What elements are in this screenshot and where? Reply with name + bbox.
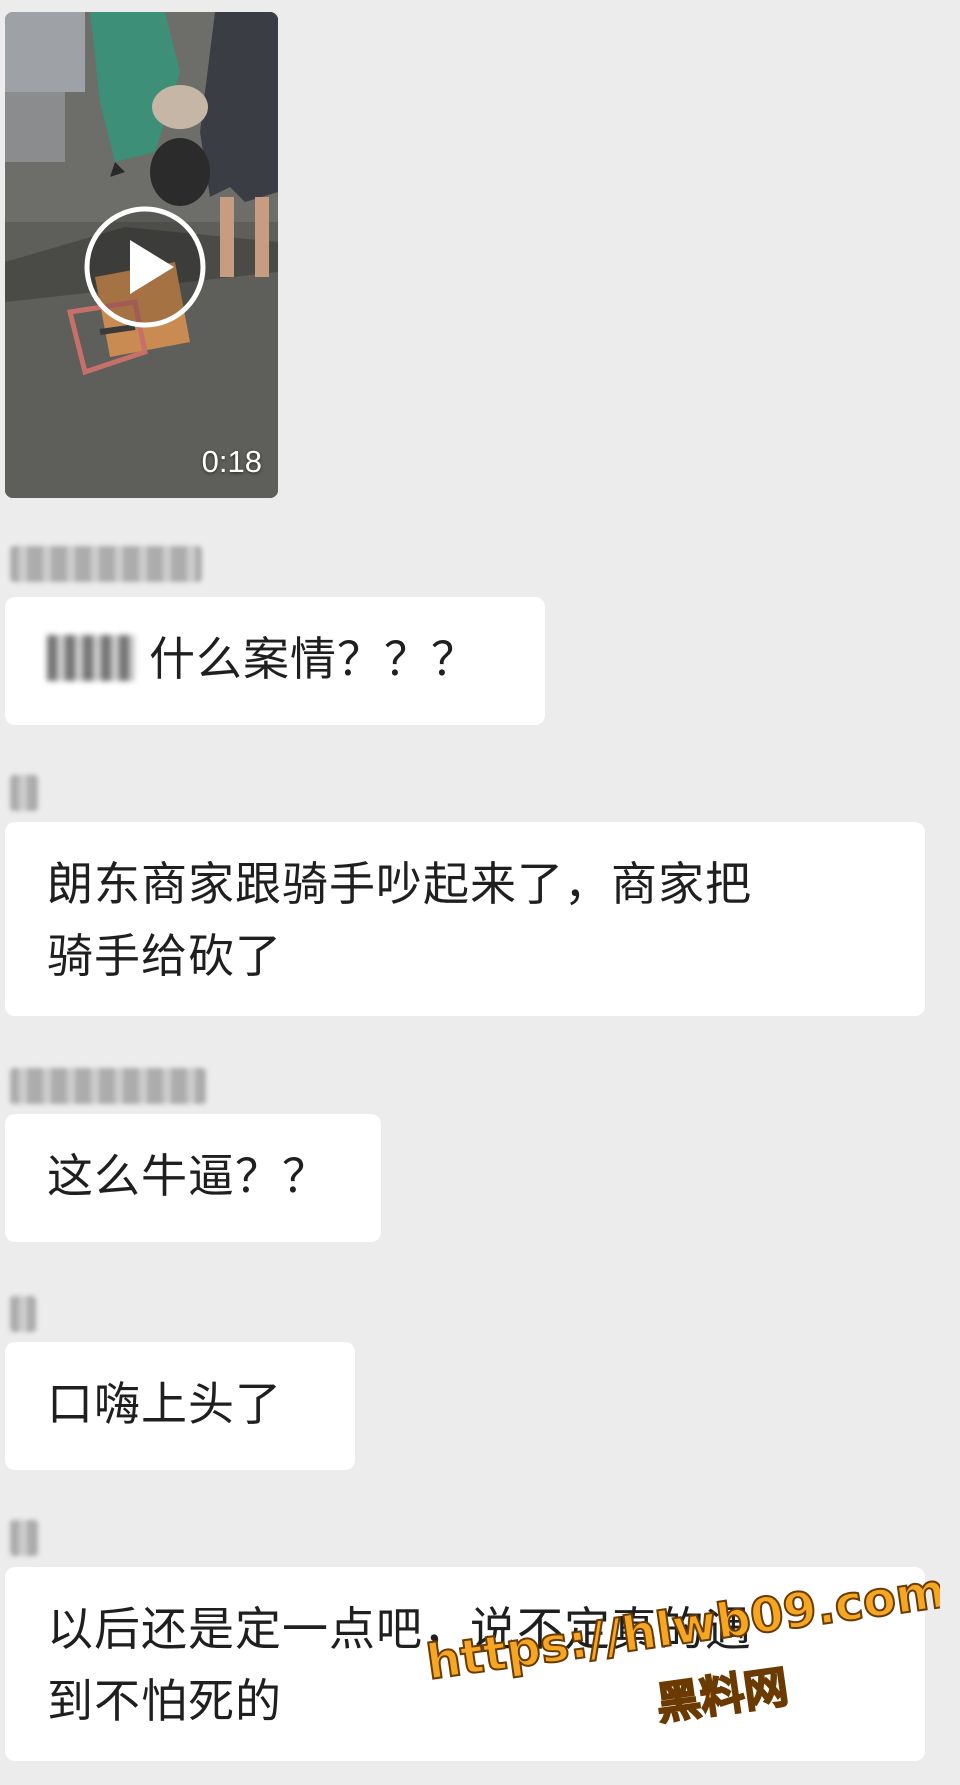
message-line: 朗东商家跟骑手吵起来了，商家把 bbox=[47, 857, 752, 911]
message-bubble[interactable]: 朗东商家跟骑手吵起来了，商家把 骑手给砍了 bbox=[5, 822, 925, 1016]
message-line: 口嗨上头了 bbox=[47, 1377, 282, 1431]
sender-name-obscured bbox=[10, 1292, 36, 1336]
mention-obscured bbox=[47, 635, 135, 681]
message-line: 这么牛逼？？ bbox=[47, 1149, 329, 1203]
sender-name-obscured bbox=[10, 771, 38, 815]
message-bubble[interactable]: 这么牛逼？？ bbox=[5, 1114, 381, 1242]
sender-name-obscured bbox=[10, 1064, 206, 1108]
video-duration: 0:18 bbox=[201, 444, 262, 479]
message-line: 以后还是定一点吧，说不定真的遇 bbox=[47, 1602, 752, 1656]
message-bubble[interactable]: 什么案情？？？ bbox=[5, 597, 545, 725]
message-line: 骑手给砍了 bbox=[47, 929, 282, 983]
video-message[interactable]: 0:18 bbox=[5, 12, 278, 498]
message-bubble[interactable]: 口嗨上头了 bbox=[5, 1342, 355, 1470]
message-line: 到不怕死的 bbox=[47, 1674, 282, 1728]
sender-name-obscured bbox=[10, 1516, 38, 1560]
play-circle-icon[interactable] bbox=[82, 204, 208, 330]
message-line: 什么案情？？？ bbox=[47, 623, 515, 695]
sender-name-obscured bbox=[10, 542, 202, 586]
message-bubble[interactable]: 以后还是定一点吧，说不定真的遇 到不怕死的 bbox=[5, 1567, 925, 1761]
